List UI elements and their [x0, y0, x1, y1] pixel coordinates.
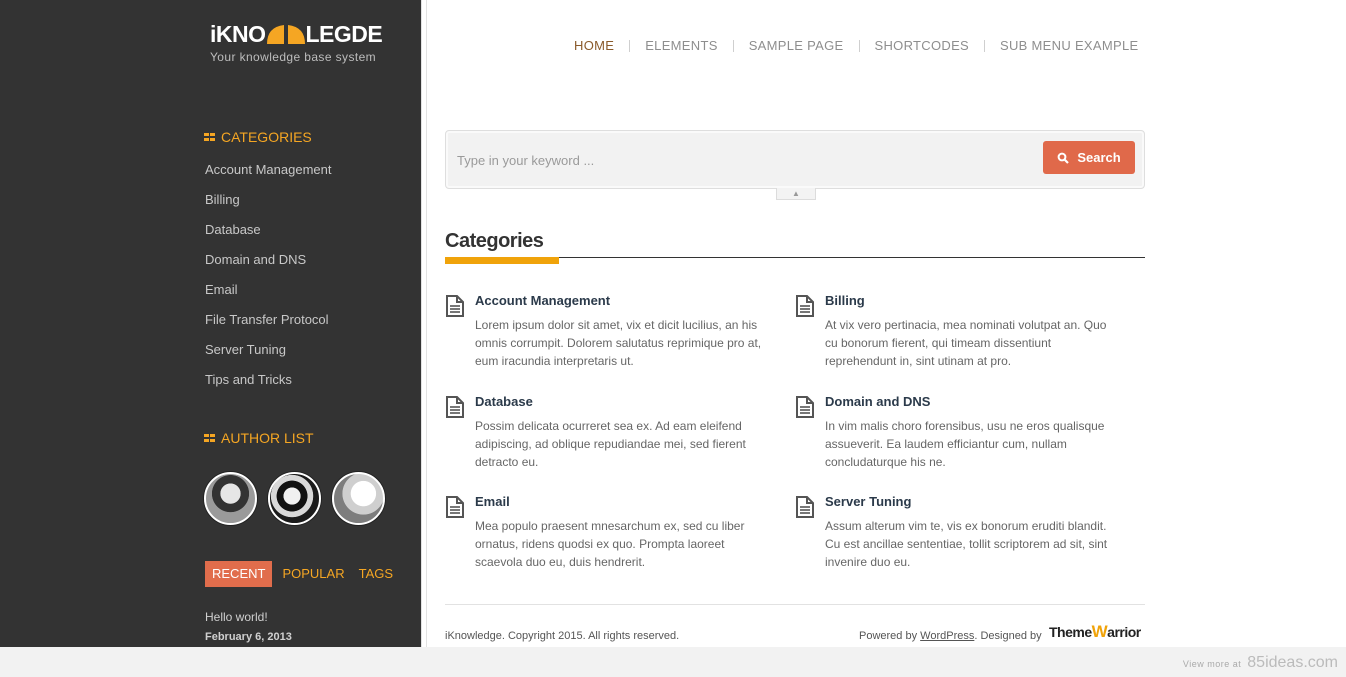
watermark: View more at 85ideas.com: [1183, 654, 1338, 672]
themewarrior-logo-right: arrior: [1107, 624, 1141, 640]
nav-separator: [984, 39, 986, 52]
search-icon: [1057, 152, 1070, 164]
author-avatars: [204, 472, 385, 525]
category-title-link[interactable]: Account Management: [475, 293, 610, 308]
tab-tags[interactable]: TAGS: [359, 561, 393, 587]
nav-home[interactable]: HOME: [574, 38, 614, 53]
search-collapse-toggle[interactable]: ▲: [776, 188, 816, 200]
site-logo[interactable]: iKNO LEGDE: [210, 20, 383, 47]
wordpress-link[interactable]: WordPress: [920, 630, 974, 642]
sidebar-category-item[interactable]: Billing: [205, 190, 331, 220]
search-button-label: Search: [1077, 150, 1121, 165]
author-avatar[interactable]: [332, 472, 385, 525]
nav-separator: [629, 39, 631, 52]
author-avatar[interactable]: [268, 472, 321, 525]
logo-text-left: iKNO: [210, 20, 266, 47]
watermark-site: 85ideas.com: [1247, 654, 1338, 671]
themewarrior-logo-left: Theme: [1049, 624, 1092, 640]
categories-widget-title: CATEGORIES: [204, 129, 312, 145]
sidebar-divider: [421, 0, 427, 647]
bottom-strip: [0, 647, 1346, 677]
search-box: Search: [445, 130, 1145, 189]
sidebar-category-item[interactable]: Server Tuning: [205, 340, 331, 370]
nav-shortcodes[interactable]: SHORTCODES: [875, 38, 970, 53]
themewarrior-logo-mark: W: [1091, 622, 1108, 641]
tab-recent[interactable]: RECENT: [205, 561, 273, 587]
footer-credits: Powered by WordPress. Designed by: [859, 630, 1042, 642]
document-icon: [796, 496, 814, 518]
title-accent-bar: [445, 257, 559, 264]
document-icon: [446, 396, 464, 418]
category-title-link[interactable]: Server Tuning: [825, 494, 911, 509]
sidebar-category-item[interactable]: Domain and DNS: [205, 250, 331, 280]
sidebar-category-item[interactable]: Account Management: [205, 160, 331, 190]
nav-sub-menu-example[interactable]: SUB MENU EXAMPLE: [1000, 38, 1138, 53]
sidebar-category-item[interactable]: Email: [205, 280, 331, 310]
recent-post-date: February 6, 2013: [205, 631, 292, 643]
category-title-link[interactable]: Database: [475, 394, 533, 409]
category-description: Mea populo praesent mnesarchum ex, sed c…: [475, 519, 745, 569]
author-avatar[interactable]: [204, 472, 257, 525]
tab-popular[interactable]: POPULAR: [282, 561, 344, 587]
category-title-link[interactable]: Email: [475, 494, 510, 509]
nav-separator: [732, 39, 734, 52]
logo-w-mark-icon: [266, 24, 305, 44]
nav-sample-page[interactable]: SAMPLE PAGE: [749, 38, 844, 53]
category-description: Lorem ipsum dolor sit amet, vix et dicit…: [475, 318, 762, 368]
category-description: In vim malis choro forensibus, usu ne er…: [825, 419, 1105, 469]
logo-text-right: LEGDE: [305, 20, 383, 47]
document-icon: [446, 295, 464, 317]
document-icon: [446, 496, 464, 518]
grid-icon: [204, 433, 216, 443]
watermark-prefix: View more at: [1182, 659, 1242, 669]
categories-widget-label: CATEGORIES: [221, 129, 312, 145]
powered-by-label: Powered by: [859, 630, 921, 642]
nav-separator: [858, 39, 860, 52]
category-title-link[interactable]: Billing: [825, 293, 865, 308]
grid-icon: [204, 132, 216, 142]
sidebar-post-tabs: RECENT POPULAR TAGS: [205, 561, 407, 587]
recent-post-link[interactable]: Hello world!: [205, 610, 268, 624]
author-list-widget-title: AUTHOR LIST: [204, 430, 314, 446]
document-icon: [796, 295, 814, 317]
author-list-widget-label: AUTHOR LIST: [221, 430, 314, 446]
sidebar-category-item[interactable]: File Transfer Protocol: [205, 310, 331, 340]
themewarrior-logo[interactable]: ThemeWarrior: [1049, 622, 1141, 642]
footer-copyright: iKnowledge. Copyright 2015. All rights r…: [445, 630, 680, 642]
document-icon: [796, 396, 814, 418]
sidebar-category-item[interactable]: Tips and Tricks: [205, 370, 331, 400]
search-button[interactable]: Search: [1043, 141, 1135, 174]
category-description: Assum alterum vim te, vis ex bonorum eru…: [825, 519, 1108, 569]
category-description: At vix vero pertinacia, mea nominati vol…: [825, 318, 1107, 368]
designed-by-label: . Designed by: [974, 630, 1042, 642]
main-nav: HOME ELEMENTS SAMPLE PAGE SHORTCODES SUB…: [574, 38, 1138, 53]
search-input[interactable]: [457, 145, 1037, 175]
category-title-link[interactable]: Domain and DNS: [825, 394, 930, 409]
page-title: Categories: [445, 230, 544, 252]
nav-elements[interactable]: ELEMENTS: [645, 38, 717, 53]
footer-divider: [445, 604, 1145, 605]
site-tagline: Your knowledge base system: [210, 50, 377, 64]
category-description: Possim delicata ocurreret sea ex. Ad eam…: [475, 419, 746, 469]
sidebar-category-item[interactable]: Database: [205, 220, 331, 250]
sidebar-category-list: Account Management Billing Database Doma…: [205, 160, 331, 400]
